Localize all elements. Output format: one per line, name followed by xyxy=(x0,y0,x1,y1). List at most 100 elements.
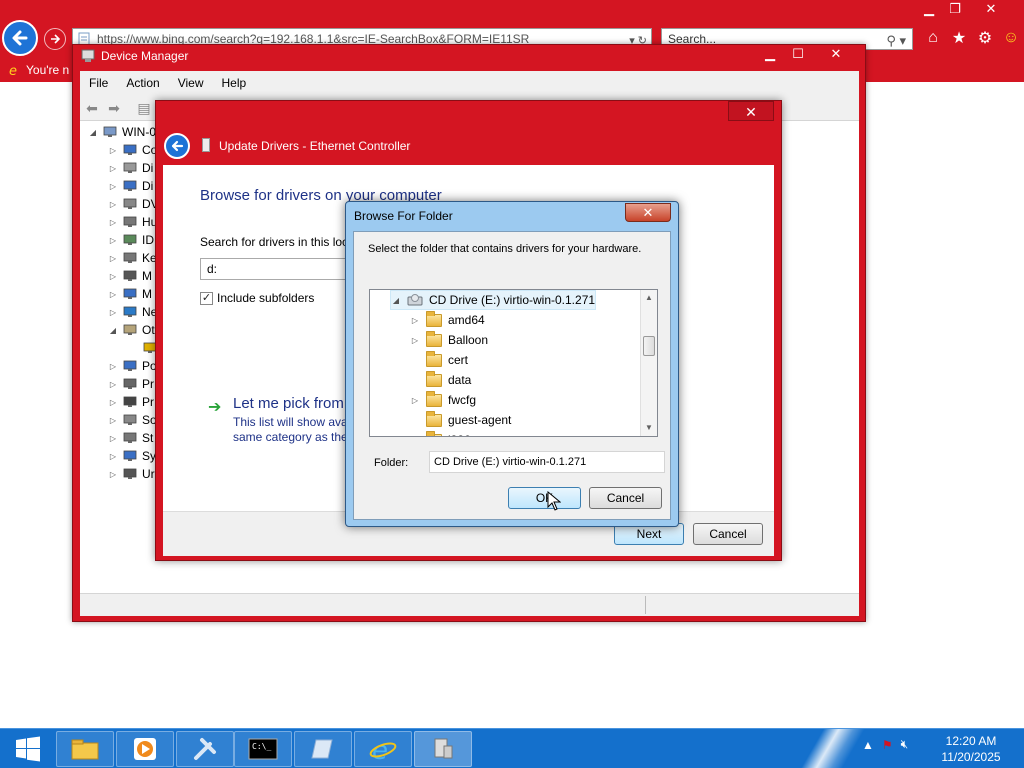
maximize-icon[interactable]: ☐ xyxy=(785,45,811,63)
start-button[interactable] xyxy=(4,733,52,765)
tree-collapse-icon[interactable]: ◢ xyxy=(88,128,98,137)
notes-taskbar-button[interactable] xyxy=(294,731,352,767)
tree-expand-icon[interactable]: ▷ xyxy=(108,398,118,407)
scrollbar-thumb[interactable] xyxy=(643,336,655,356)
cd-drive-row[interactable]: ◢ CD Drive (E:) virtio-win-0.1.271 xyxy=(390,290,597,310)
browser-tab[interactable]: e You're n xyxy=(4,60,80,80)
device-tree-row[interactable]: ▷ So xyxy=(108,411,157,429)
tree-expand-icon[interactable]: ▷ xyxy=(410,396,420,405)
device-tree-row[interactable]: ▷ Sy xyxy=(108,447,156,465)
tree-expand-icon[interactable]: ▷ xyxy=(108,380,118,389)
action-center-flag-icon[interactable]: ⚑ xyxy=(882,738,893,752)
restore-icon[interactable]: ❐ xyxy=(942,0,968,18)
ok-button[interactable]: OK xyxy=(508,487,581,509)
close-icon[interactable]: ✕ xyxy=(968,0,1014,18)
menu-file[interactable]: File xyxy=(80,76,117,90)
device-manager-taskbar-button[interactable] xyxy=(414,731,472,767)
search-icon[interactable]: ⚲ ▾ xyxy=(886,31,906,51)
home-icon[interactable]: ⌂ xyxy=(924,28,942,48)
device-tree-row[interactable]: ▷ M xyxy=(108,285,152,303)
scroll-up-icon[interactable]: ▲ xyxy=(641,290,657,306)
scroll-down-icon[interactable]: ▼ xyxy=(641,420,657,436)
device-tree-row[interactable]: ▷ ID xyxy=(108,231,154,249)
device-tree-row[interactable]: ▷ Di xyxy=(108,177,153,195)
file-explorer-taskbar-button[interactable] xyxy=(56,731,114,767)
tree-expand-icon[interactable]: ▷ xyxy=(108,362,118,371)
tree-expand-icon[interactable]: ▷ xyxy=(410,316,420,325)
pick-from-list-link[interactable]: Let me pick from xyxy=(233,395,344,412)
minimize-icon[interactable]: ▁ xyxy=(757,45,783,63)
gear-icon[interactable]: ⚙ xyxy=(976,28,994,48)
folder-row[interactable]: data xyxy=(410,370,471,390)
device-tree-row[interactable]: ▷ M xyxy=(108,267,152,285)
folder-row[interactable]: guest-agent xyxy=(410,410,511,430)
command-prompt-taskbar-button[interactable]: C:\_ xyxy=(234,731,292,767)
device-tree-row[interactable]: ▷ DV xyxy=(108,195,159,213)
properties-icon[interactable]: ▤ xyxy=(136,100,152,116)
tree-expand-icon[interactable]: ▷ xyxy=(108,434,118,443)
tools-taskbar-button[interactable] xyxy=(176,731,234,767)
close-icon[interactable]: ✕ xyxy=(813,45,859,63)
device-tree-row[interactable]: ◢ Ot xyxy=(108,321,155,339)
tree-expand-icon[interactable]: ▷ xyxy=(108,308,118,317)
device-tree-row[interactable]: ▷ Po xyxy=(108,357,157,375)
internet-explorer-taskbar-button[interactable]: e xyxy=(354,731,412,767)
close-icon[interactable]: ✕ xyxy=(625,203,671,222)
tree-expand-icon[interactable]: ▷ xyxy=(108,218,118,227)
device-tree-row[interactable]: ▷ Ur xyxy=(108,465,155,483)
tree-expand-icon[interactable]: ▷ xyxy=(108,200,118,209)
device-tree-row[interactable]: ▷ Ke xyxy=(108,249,157,267)
device-tree-row[interactable]: ▷ Pr xyxy=(108,375,154,393)
forward-arrow-icon[interactable]: ➡ xyxy=(106,100,122,116)
back-arrow-icon[interactable] xyxy=(164,133,190,159)
tree-collapse-icon[interactable]: ◢ xyxy=(391,296,401,305)
volume-muted-icon[interactable]: 🔇︎ xyxy=(901,737,909,752)
menu-help[interactable]: Help xyxy=(213,76,256,90)
close-icon[interactable]: ✕ xyxy=(728,101,774,121)
media-player-taskbar-button[interactable] xyxy=(116,731,174,767)
folder-row[interactable]: ▷ amd64 xyxy=(410,310,485,330)
tree-expand-icon[interactable]: ▷ xyxy=(108,290,118,299)
minimize-icon[interactable]: ▁ xyxy=(916,0,942,18)
tree-expand-icon[interactable]: ▷ xyxy=(108,146,118,155)
tree-expand-icon[interactable]: ▷ xyxy=(108,470,118,479)
clock[interactable]: 12:20 AM 11/20/2025 xyxy=(934,733,1008,765)
folder-row[interactable]: i386 xyxy=(410,430,471,436)
back-arrow-icon[interactable] xyxy=(2,20,38,56)
folder-row[interactable]: ▷ Balloon xyxy=(410,330,488,350)
tree-expand-icon[interactable]: ▷ xyxy=(108,236,118,245)
cancel-button[interactable]: Cancel xyxy=(693,523,763,545)
folder-row[interactable]: ▷ fwcfg xyxy=(410,390,476,410)
vertical-scrollbar[interactable]: ▲ ▼ xyxy=(640,290,657,436)
folder-row[interactable]: cert xyxy=(410,350,468,370)
device-tree-row[interactable]: ▷ Di xyxy=(108,159,153,177)
include-subfolders-checkbox[interactable]: ✓ Include subfolders xyxy=(200,291,314,305)
tree-expand-icon[interactable]: ▷ xyxy=(108,416,118,425)
device-tree-row[interactable]: ▷ Ne xyxy=(108,303,157,321)
folder-field[interactable]: CD Drive (E:) virtio-win-0.1.271 xyxy=(429,451,665,473)
device-tree-row[interactable]: ▷ Co xyxy=(108,141,157,159)
back-arrow-icon[interactable]: ⬅ xyxy=(84,100,100,116)
device-tree-row[interactable]: ▷ St xyxy=(108,429,153,447)
favorites-star-icon[interactable]: ★ xyxy=(950,28,968,48)
smiley-feedback-icon[interactable]: ☺ xyxy=(1002,28,1020,48)
tree-expand-icon[interactable]: ▷ xyxy=(410,336,420,345)
tree-expand-icon[interactable]: ▷ xyxy=(108,254,118,263)
folder-tree[interactable]: ◢ CD Drive (E:) virtio-win-0.1.271 ▷ amd64 ▷… xyxy=(369,289,658,437)
cancel-button[interactable]: Cancel xyxy=(589,487,662,509)
tree-expand-icon[interactable]: ▷ xyxy=(108,182,118,191)
tree-collapse-icon[interactable]: ◢ xyxy=(108,326,118,335)
tree-expand-icon[interactable]: ▷ xyxy=(108,452,118,461)
checkbox-checked-icon[interactable]: ✓ xyxy=(200,291,213,305)
dvd-icon xyxy=(122,197,138,211)
forward-arrow-icon[interactable] xyxy=(44,28,66,50)
device-tree-row[interactable]: ▷ Hu xyxy=(108,213,157,231)
device-tree-label: Sy xyxy=(142,449,157,463)
menu-action[interactable]: Action xyxy=(117,76,168,90)
tree-expand-icon[interactable]: ▷ xyxy=(108,272,118,281)
tree-expand-icon[interactable]: ▷ xyxy=(108,164,118,173)
menu-view[interactable]: View xyxy=(169,76,213,90)
tray-expand-icon[interactable]: ▲ xyxy=(862,738,874,752)
device-tree-row[interactable]: ◢ WIN-0 xyxy=(88,123,156,141)
device-tree-row[interactable]: ▷ Pr xyxy=(108,393,154,411)
